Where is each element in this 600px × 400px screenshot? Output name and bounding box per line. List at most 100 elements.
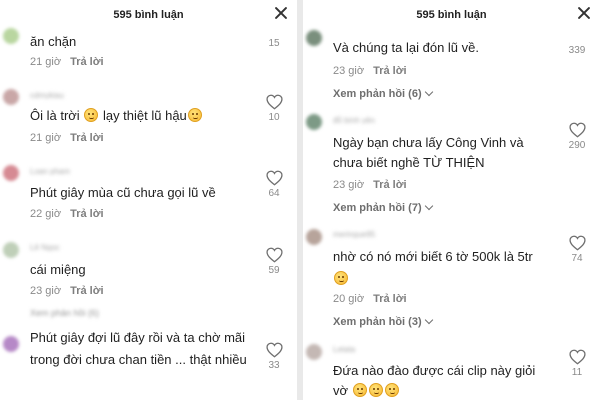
like-count: 290 (568, 140, 586, 151)
view-replies-label: Xem phản hồi (3) (333, 316, 422, 328)
comment-text-line2 (333, 268, 555, 290)
comments-count-title: 595 bình luận (113, 9, 184, 21)
comment-text-line2: vờ (333, 380, 555, 400)
like-count: 59 (268, 265, 280, 276)
like-count: 10 (268, 112, 280, 123)
username[interactable]: Loan pham (30, 167, 90, 175)
emoji-icon (334, 271, 348, 285)
comment-text: Ôi là trời lạy thiệt lũ hậu (30, 105, 252, 127)
chevron-down-icon (424, 87, 433, 97)
reply-button[interactable]: Trả lời (70, 56, 104, 68)
comment-text-part: vờ (333, 383, 349, 398)
like-group: 15 (260, 36, 288, 49)
view-replies-button[interactable]: Xem phản hồi (3) (333, 315, 433, 328)
comments-panel-left: 595 bình luận ăn chặn 21 giờ Trả lời 15 c… (0, 0, 297, 400)
comment-time: 20 giờ (333, 293, 365, 305)
avatar[interactable] (3, 89, 19, 105)
like-count: 74 (571, 253, 583, 264)
comment-meta: 20 giờ Trả lời (333, 293, 407, 305)
heart-outline-icon[interactable] (568, 349, 586, 365)
comment-meta: 21 giờ Trả lời (30, 132, 104, 144)
like-group: 59 (260, 247, 288, 276)
like-count: 15 (268, 38, 280, 49)
like-group: 11 (563, 349, 591, 378)
chevron-down-icon (424, 201, 433, 211)
reply-button[interactable]: Trả lời (373, 179, 407, 191)
view-replies-label: Xem phản hồi (6) (333, 88, 422, 100)
screenshot-collage: 595 bình luận ăn chặn 21 giờ Trả lời 15 c… (0, 0, 600, 400)
avatar[interactable] (306, 344, 322, 360)
comments-header: 595 bình luận (0, 0, 297, 30)
reply-button[interactable]: Trả lời (373, 293, 407, 305)
comment-text: Ngày bạn chưa lấy Công Vinh và (333, 135, 524, 150)
comment-text-part: Ôi là trời (30, 108, 80, 123)
emoji-icon (368, 383, 383, 397)
comment-meta: 21 giờ Trả lời (30, 56, 104, 68)
username[interactable]: Lê Ngọc (30, 243, 90, 251)
heart-outline-icon[interactable] (265, 94, 283, 110)
emoji-icon (384, 383, 399, 397)
avatar[interactable] (306, 114, 322, 130)
comment-text-line2: trong đời chưa chan tiền ... thật nhiều (30, 352, 247, 367)
comment-text: cái miệng (30, 262, 86, 277)
like-group: 64 (260, 170, 288, 199)
comment-meta: 23 giờ Trả lời (30, 285, 104, 297)
comment-time: 21 giờ (30, 132, 62, 144)
comment-text: ăn chặn (30, 34, 77, 49)
avatar[interactable] (3, 165, 19, 181)
reply-button[interactable]: Trả lời (70, 208, 104, 220)
comment-time: 22 giờ (30, 208, 62, 220)
reply-button[interactable]: Trả lời (373, 65, 407, 77)
comment-time: 21 giờ (30, 56, 62, 68)
comment-text: Phút giây đợi lũ đây rồi và ta chờ mãi (30, 330, 246, 345)
close-icon[interactable] (273, 5, 289, 21)
like-count: 339 (568, 45, 586, 56)
like-group: 74 (563, 235, 591, 264)
heart-outline-icon[interactable] (568, 122, 586, 138)
emoji-icon (187, 108, 202, 122)
comment-text: Và chúng ta lại đón lũ về. (333, 40, 479, 55)
like-group: 290 (563, 122, 591, 151)
like-group: 10 (260, 94, 288, 123)
close-icon[interactable] (576, 5, 592, 21)
comment-text: Đứa nào đào được cái clip này giỏi (333, 363, 536, 378)
avatar[interactable] (3, 28, 19, 44)
avatar[interactable] (3, 242, 19, 258)
comment-time: 23 giờ (333, 65, 365, 77)
comment-meta: 22 giờ Trả lời (30, 208, 104, 220)
like-count: 33 (268, 360, 280, 371)
comment-text-part: lạy thiệt lũ hậu (102, 108, 187, 123)
view-replies-button[interactable]: Xem phản hồi (7) (333, 201, 433, 214)
avatar[interactable] (3, 336, 19, 352)
comment-text-line2: chưa biết nghề TỪ THIỆN (333, 155, 485, 170)
heart-outline-icon[interactable] (265, 170, 283, 186)
emoji-icon (84, 108, 99, 122)
heart-outline-icon[interactable] (568, 235, 586, 251)
heart-outline-icon[interactable] (265, 342, 283, 358)
avatar[interactable] (306, 229, 322, 245)
emoji-icon (352, 383, 367, 397)
comment-time: 23 giờ (333, 179, 365, 191)
chevron-down-icon (424, 315, 433, 325)
reply-button[interactable]: Trả lời (70, 285, 104, 297)
comments-panel-right: 595 bình luận Và chúng ta lại đón lũ về.… (303, 0, 600, 400)
comment-time: 23 giờ (30, 285, 62, 297)
heart-outline-icon[interactable] (265, 247, 283, 263)
comment-text: nhờ có nó mới biết 6 tờ 500k là 5tr (333, 249, 533, 264)
view-replies-button[interactable]: Xem phản hồi (6) (333, 87, 433, 100)
avatar[interactable] (306, 30, 322, 46)
like-group: 33 (260, 342, 288, 371)
comments-header: 595 bình luận (303, 0, 600, 30)
like-group: 339 (563, 43, 591, 56)
like-count: 64 (268, 188, 280, 199)
comment-text: Phút giây mùa cũ chưa gọi lũ về (30, 185, 216, 200)
comments-count-title: 595 bình luận (416, 9, 487, 21)
reply-button[interactable]: Trả lời (70, 132, 104, 144)
like-count: 11 (571, 367, 583, 378)
view-replies-blurred[interactable]: Xem phản hồi (6) (30, 308, 99, 318)
username[interactable]: meringue95 (333, 230, 393, 238)
username[interactable]: Letata (333, 345, 393, 353)
username[interactable]: đỗ bình yên (333, 116, 393, 124)
username[interactable]: cdmykiau (30, 91, 90, 99)
comment-meta: 23 giờ Trả lời (333, 65, 407, 77)
